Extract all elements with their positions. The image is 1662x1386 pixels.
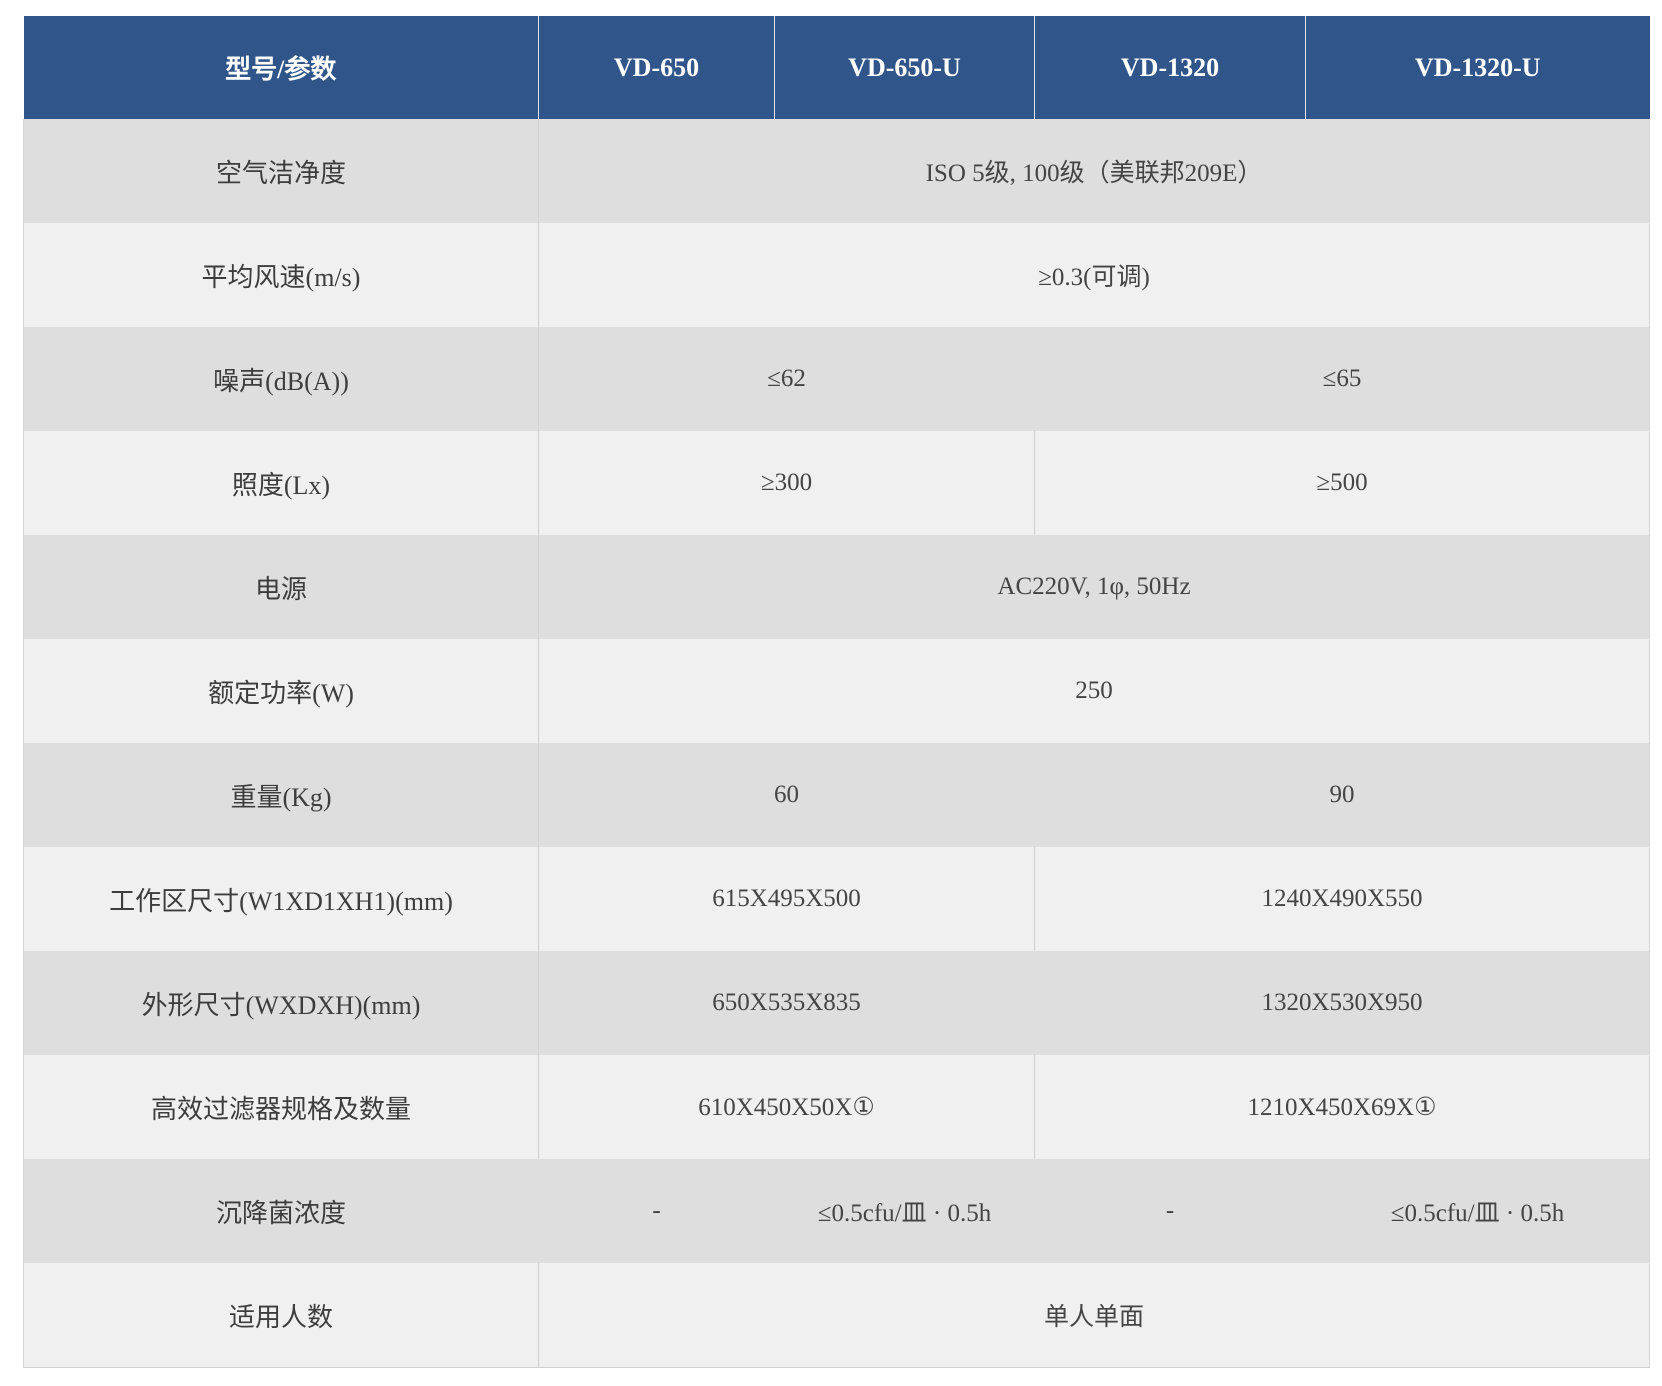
wind-speed-value: ≥0.3(可调) bbox=[538, 223, 1650, 327]
table-row: 适用人数 单人单面 bbox=[23, 1263, 1650, 1368]
table-row: 噪声(dB(A)) ≤62 ≤65 bbox=[23, 327, 1650, 431]
header-row: 型号/参数 VD-650 VD-650-U VD-1320 VD-1320-U bbox=[23, 16, 1650, 119]
header-model-vd-1320: VD-1320 bbox=[1034, 16, 1306, 119]
rated-power-value: 250 bbox=[538, 639, 1650, 743]
weight-value-small: 60 bbox=[538, 743, 1035, 847]
table-row: 外形尺寸(WXDXH)(mm) 650X535X835 1320X530X950 bbox=[23, 951, 1650, 1055]
illumination-value-large: ≥500 bbox=[1034, 431, 1650, 535]
work-area-value-small: 615X495X500 bbox=[538, 847, 1035, 951]
bacteria-value-vd-1320: - bbox=[1034, 1159, 1306, 1263]
row-label-bacteria: 沉降菌浓度 bbox=[23, 1159, 539, 1263]
table-body: 空气洁净度 ISO 5级, 100级（美联邦209E） 平均风速(m/s) ≥0… bbox=[23, 119, 1650, 1368]
row-label-wind-speed: 平均风速(m/s) bbox=[23, 223, 539, 327]
row-label-work-area: 工作区尺寸(W1XD1XH1)(mm) bbox=[23, 847, 539, 951]
table-row: 空气洁净度 ISO 5级, 100级（美联邦209E） bbox=[23, 119, 1650, 223]
header-model-vd-1320-u: VD-1320-U bbox=[1305, 16, 1650, 119]
noise-value-large: ≤65 bbox=[1034, 327, 1650, 431]
row-label-power-supply: 电源 bbox=[23, 535, 539, 639]
outer-size-value-small: 650X535X835 bbox=[538, 951, 1035, 1055]
header-model-vd-650-u: VD-650-U bbox=[774, 16, 1035, 119]
table-row: 照度(Lx) ≥300 ≥500 bbox=[23, 431, 1650, 535]
header-model-vd-650: VD-650 bbox=[538, 16, 775, 119]
row-label-weight: 重量(Kg) bbox=[23, 743, 539, 847]
header-param-label: 型号/参数 bbox=[23, 16, 539, 119]
row-label-hepa-filter: 高效过滤器规格及数量 bbox=[23, 1055, 539, 1159]
illumination-value-small: ≥300 bbox=[538, 431, 1035, 535]
table-header: 型号/参数 VD-650 VD-650-U VD-1320 VD-1320-U bbox=[23, 16, 1650, 119]
table-row: 重量(Kg) 60 90 bbox=[23, 743, 1650, 847]
bacteria-value-vd-650-u: ≤0.5cfu/皿 · 0.5h bbox=[774, 1159, 1035, 1263]
noise-value-small: ≤62 bbox=[538, 327, 1035, 431]
row-label-cleanliness: 空气洁净度 bbox=[23, 119, 539, 223]
power-supply-value: AC220V, 1φ, 50Hz bbox=[538, 535, 1650, 639]
weight-value-large: 90 bbox=[1034, 743, 1650, 847]
row-label-outer-size: 外形尺寸(WXDXH)(mm) bbox=[23, 951, 539, 1055]
row-label-rated-power: 额定功率(W) bbox=[23, 639, 539, 743]
hepa-filter-value-small: 610X450X50X① bbox=[538, 1055, 1035, 1159]
hepa-filter-value-large: 1210X450X69X① bbox=[1034, 1055, 1650, 1159]
users-value: 单人单面 bbox=[538, 1263, 1650, 1368]
row-label-noise: 噪声(dB(A)) bbox=[23, 327, 539, 431]
table-row: 额定功率(W) 250 bbox=[23, 639, 1650, 743]
row-label-illumination: 照度(Lx) bbox=[23, 431, 539, 535]
table-row: 电源 AC220V, 1φ, 50Hz bbox=[23, 535, 1650, 639]
table-row: 工作区尺寸(W1XD1XH1)(mm) 615X495X500 1240X490… bbox=[23, 847, 1650, 951]
bacteria-value-vd-650: - bbox=[538, 1159, 775, 1263]
row-label-users: 适用人数 bbox=[23, 1263, 539, 1368]
table-row: 沉降菌浓度 - ≤0.5cfu/皿 · 0.5h - ≤0.5cfu/皿 · 0… bbox=[23, 1159, 1650, 1263]
outer-size-value-large: 1320X530X950 bbox=[1034, 951, 1650, 1055]
cleanliness-value: ISO 5级, 100级（美联邦209E） bbox=[538, 119, 1650, 223]
table-row: 高效过滤器规格及数量 610X450X50X① 1210X450X69X① bbox=[23, 1055, 1650, 1159]
bacteria-value-vd-1320-u: ≤0.5cfu/皿 · 0.5h bbox=[1305, 1159, 1650, 1263]
spec-table: 型号/参数 VD-650 VD-650-U VD-1320 VD-1320-U … bbox=[23, 16, 1650, 1368]
work-area-value-large: 1240X490X550 bbox=[1034, 847, 1650, 951]
table-row: 平均风速(m/s) ≥0.3(可调) bbox=[23, 223, 1650, 327]
